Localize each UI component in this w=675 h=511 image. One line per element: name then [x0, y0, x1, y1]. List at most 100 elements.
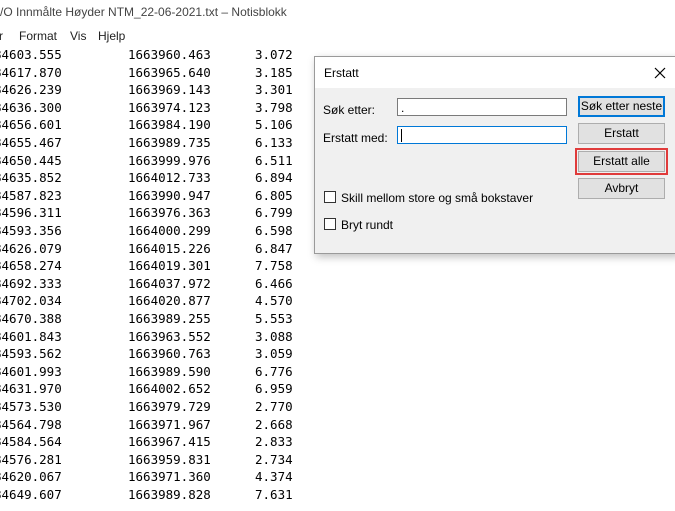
height-value: 6.598 [255, 223, 293, 238]
northing-value: 1664002.652 [128, 381, 211, 397]
easting-value: 84603.555 [0, 47, 62, 62]
cancel-button[interactable]: Avbryt [578, 178, 665, 199]
northing-value: 1663979.729 [128, 399, 211, 414]
height-value: 2.668 [255, 416, 293, 432]
easting-value: 84649.607 [0, 487, 62, 502]
title-bar: /O Innmålte Høyder NTM_22-06-2021.txt – … [0, 0, 675, 26]
dialog-title-bar: Erstatt [315, 57, 675, 88]
window-title: /O Innmålte Høyder NTM_22-06-2021.txt – … [0, 5, 287, 19]
height-value: 5.553 [255, 311, 293, 326]
height-value: 2.833 [255, 434, 293, 450]
height-value: 6.894 [255, 170, 293, 186]
northing-value: 1663984.190 [128, 117, 211, 133]
replace-input[interactable] [397, 126, 567, 144]
find-next-button[interactable]: Søk etter neste [578, 96, 665, 117]
northing-value: 1664000.299 [128, 223, 211, 238]
northing-value: 1663967.415 [128, 434, 211, 450]
menu-item-file[interactable]: r [0, 29, 3, 43]
menu-item-view[interactable]: Vis [70, 29, 86, 43]
easting-value: 84635.852 [0, 170, 62, 186]
height-value: 7.631 [255, 487, 293, 502]
northing-value: 1663959.831 [128, 451, 211, 467]
height-value: 6.847 [255, 240, 293, 256]
easting-value: 84593.562 [0, 346, 62, 362]
easting-value: 84692.333 [0, 275, 62, 291]
replace-label: Erstatt med: [323, 131, 388, 145]
height-value: 4.570 [255, 293, 293, 309]
easting-value: 84596.311 [0, 205, 62, 221]
northing-value: 1663989.255 [128, 311, 211, 326]
easting-value: 84655.467 [0, 135, 62, 150]
easting-value: 84702.034 [0, 293, 62, 309]
northing-value: 1664020.877 [128, 293, 211, 309]
height-value: 7.758 [255, 258, 293, 274]
easting-value: 84564.798 [0, 416, 62, 432]
find-input[interactable]: . [397, 98, 567, 116]
height-value: 6.133 [255, 135, 293, 150]
northing-value: 1663971.967 [128, 416, 211, 432]
height-value: 2.770 [255, 399, 293, 414]
match-case-checkbox[interactable] [324, 191, 336, 203]
close-button[interactable] [649, 62, 671, 84]
northing-value: 1663960.463 [128, 47, 211, 62]
northing-value: 1663989.828 [128, 487, 211, 502]
height-value: 5.106 [255, 117, 293, 133]
easting-value: 84593.356 [0, 223, 62, 238]
easting-value: 84658.274 [0, 258, 62, 274]
easting-value: 84650.445 [0, 152, 62, 168]
easting-value: 84670.388 [0, 311, 62, 326]
height-value: 4.374 [255, 469, 293, 485]
easting-value: 84626.239 [0, 82, 62, 98]
northing-value: 1663974.123 [128, 99, 211, 115]
wrap-around-label: Bryt rundt [341, 218, 394, 232]
menu-bar: r Format Vis Hjelp [0, 26, 675, 46]
height-value: 6.805 [255, 187, 293, 203]
northing-value: 1663999.976 [128, 152, 211, 168]
height-value: 6.959 [255, 381, 293, 397]
height-value: 6.799 [255, 205, 293, 221]
height-value: 3.059 [255, 346, 293, 362]
find-input-value: . [401, 101, 405, 115]
find-label: Søk etter: [323, 103, 376, 117]
easting-value: 84584.564 [0, 434, 62, 450]
northing-value: 1664037.972 [128, 275, 211, 291]
easting-value: 84626.079 [0, 240, 62, 256]
height-value: 3.088 [255, 328, 293, 344]
northing-value: 1663960.763 [128, 346, 211, 362]
easting-value: 84576.281 [0, 451, 62, 467]
northing-value: 1664015.226 [128, 240, 211, 256]
text-caret [401, 129, 402, 142]
replace-dialog: Erstatt Søk etter: . Erstatt med: Søk et… [314, 56, 675, 254]
northing-value: 1664012.733 [128, 170, 211, 186]
height-value: 6.511 [255, 152, 293, 168]
easting-value: 84656.601 [0, 117, 62, 133]
northing-value: 1663971.360 [128, 469, 211, 485]
easting-value: 84631.970 [0, 381, 62, 397]
northing-value: 1663976.363 [128, 205, 211, 221]
replace-all-button[interactable]: Erstatt alle [575, 148, 668, 175]
match-case-label: Skill mellom store og små bokstaver [341, 191, 534, 205]
wrap-around-checkbox[interactable] [324, 218, 336, 230]
easting-value: 84617.870 [0, 64, 62, 80]
easting-value: 84601.843 [0, 328, 62, 344]
easting-value: 84601.993 [0, 363, 62, 379]
height-value: 3.072 [255, 47, 293, 62]
menu-item-help[interactable]: Hjelp [98, 29, 125, 43]
height-value: 6.776 [255, 363, 293, 379]
easting-value: 84573.530 [0, 399, 62, 414]
height-value: 6.466 [255, 275, 293, 291]
close-icon [654, 67, 666, 79]
easting-value: 84620.067 [0, 469, 62, 485]
easting-value: 84587.823 [0, 187, 62, 203]
easting-value: 84636.300 [0, 99, 62, 115]
menu-item-format[interactable]: Format [19, 29, 57, 43]
height-value: 2.734 [255, 451, 293, 467]
replace-button[interactable]: Erstatt [578, 123, 665, 144]
height-value: 3.798 [255, 99, 293, 115]
northing-value: 1663989.735 [128, 135, 211, 150]
northing-value: 1664019.301 [128, 258, 211, 274]
northing-value: 1663989.590 [128, 363, 211, 379]
dialog-title: Erstatt [324, 66, 359, 80]
northing-value: 1663969.143 [128, 82, 211, 98]
northing-value: 1663990.947 [128, 187, 211, 203]
